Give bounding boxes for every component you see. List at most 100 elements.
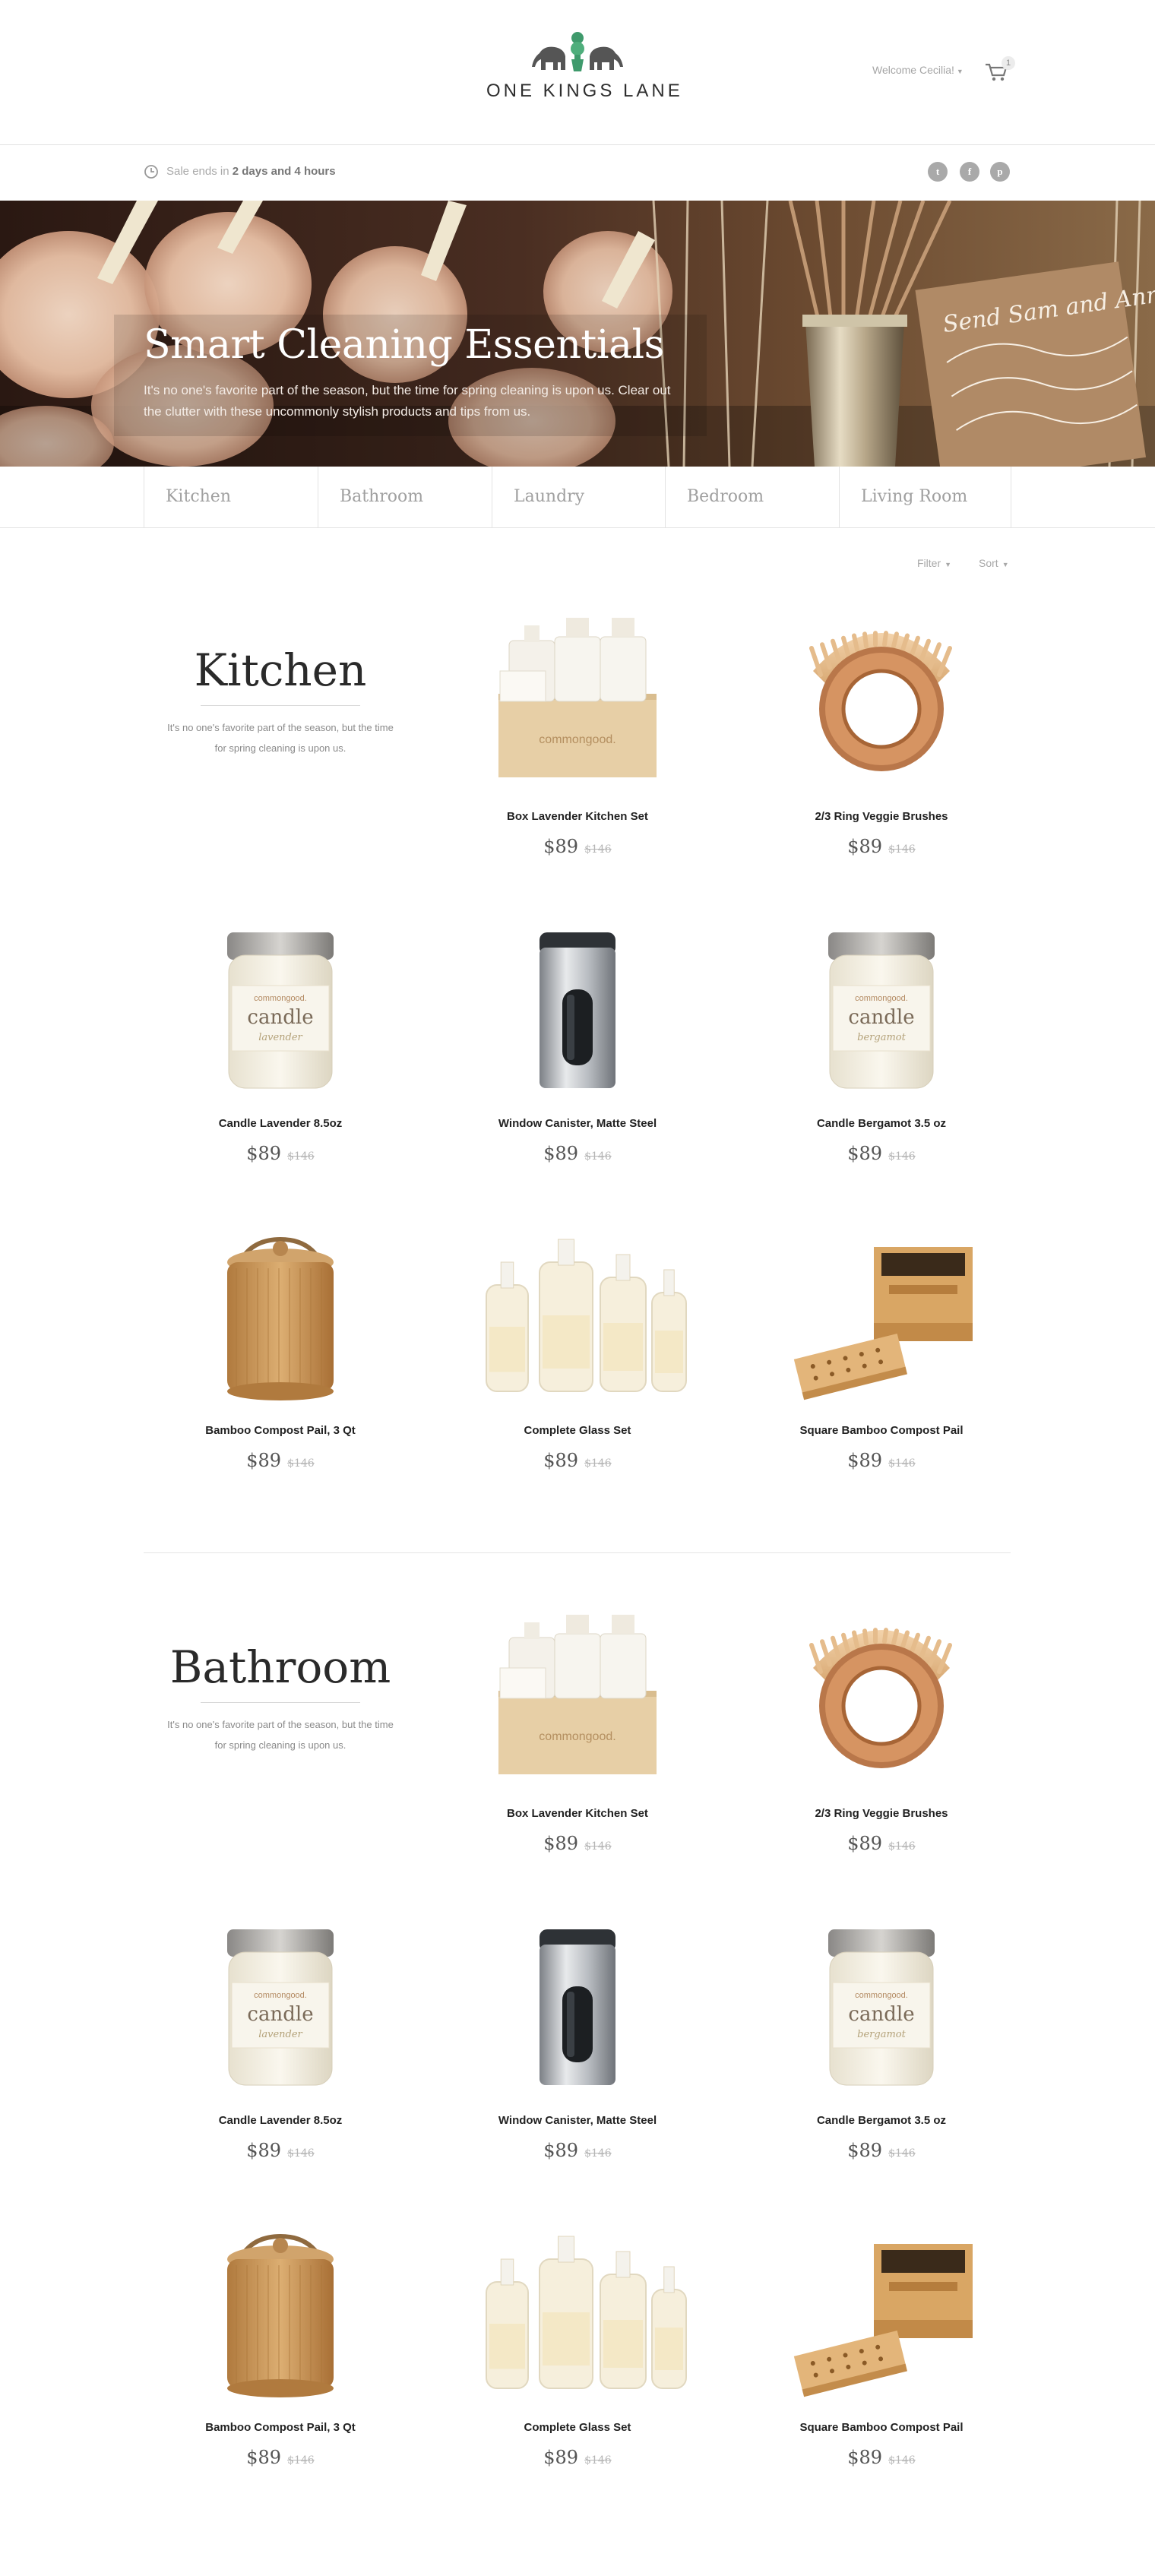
- product-image[interactable]: [767, 2214, 995, 2411]
- section-rule: [201, 1702, 360, 1703]
- original-price: $146: [287, 2147, 315, 2160]
- tab-bedroom[interactable]: Bedroom: [665, 467, 839, 527]
- sale-price: $89: [847, 2140, 883, 2161]
- product-name[interactable]: Candle Bergamot 3.5 oz: [745, 1117, 1018, 1130]
- tab-kitchen[interactable]: Kitchen: [144, 467, 318, 527]
- candle-brand-label: commongood.: [855, 994, 908, 1003]
- product-image[interactable]: [767, 1217, 995, 1414]
- product-price: $89 $146: [144, 2140, 417, 2161]
- candle-scent-label: bergamot: [857, 1032, 906, 1043]
- product-image[interactable]: [464, 910, 691, 1107]
- pinterest-icon[interactable]: p: [990, 162, 1010, 182]
- chevron-down-icon: ▼: [1002, 561, 1009, 568]
- cart-button[interactable]: 1: [985, 56, 1018, 84]
- original-price: $146: [888, 1457, 916, 1470]
- original-price: $146: [584, 1840, 612, 1853]
- product-card[interactable]: Bamboo Compost Pail, 3 Qt $89 $146: [144, 2214, 417, 2502]
- sale-time-remaining: 2 days and 4 hours: [232, 165, 336, 178]
- product-card[interactable]: commongood. candle lavender Candle Lavend…: [144, 910, 417, 1198]
- sale-price: $89: [847, 2447, 883, 2468]
- product-image[interactable]: [767, 603, 995, 800]
- product-name[interactable]: 2/3 Ring Veggie Brushes: [745, 810, 1018, 823]
- product-name[interactable]: Candle Lavender 8.5oz: [144, 1117, 417, 1130]
- twitter-icon[interactable]: t: [928, 162, 948, 182]
- product-name[interactable]: Window Canister, Matte Steel: [441, 1117, 714, 1130]
- original-price: $146: [888, 1150, 916, 1163]
- product-name[interactable]: Box Lavender Kitchen Set: [441, 1807, 714, 1820]
- facebook-icon[interactable]: f: [960, 162, 979, 182]
- product-image[interactable]: [767, 1600, 995, 1797]
- candle-brand-label: commongood.: [254, 994, 307, 1003]
- logo-elephants-icon: [532, 32, 623, 71]
- product-image[interactable]: [464, 1907, 691, 2104]
- product-name[interactable]: Square Bamboo Compost Pail: [745, 2421, 1018, 2434]
- product-name[interactable]: 2/3 Ring Veggie Brushes: [745, 1807, 1018, 1820]
- sale-price: $89: [847, 1450, 883, 1471]
- product-card[interactable]: commongood. Box Lavender Kitchen Set $89 $…: [441, 603, 714, 891]
- account-menu[interactable]: Welcome Cecilia! ▼: [872, 64, 964, 76]
- sale-price: $89: [246, 2140, 282, 2161]
- product-price: $89 $146: [745, 1143, 1018, 1164]
- sort-dropdown[interactable]: Sort ▼: [979, 557, 1009, 569]
- product-card[interactable]: Window Canister, Matte Steel $89 $146: [441, 1907, 714, 2195]
- product-image[interactable]: commongood. candle lavender: [166, 1907, 394, 2104]
- product-image[interactable]: commongood.: [464, 603, 691, 800]
- candle-scent-label: lavender: [258, 2029, 302, 2040]
- product-card[interactable]: 2/3 Ring Veggie Brushes $89 $146: [745, 1600, 1018, 1888]
- product-image[interactable]: [464, 1217, 691, 1414]
- candle-label: candle: [247, 2003, 313, 2026]
- product-image[interactable]: [464, 2214, 691, 2411]
- product-price: $89 $146: [441, 1833, 714, 1854]
- product-card[interactable]: Complete Glass Set $89 $146: [441, 1217, 714, 1505]
- product-name[interactable]: Square Bamboo Compost Pail: [745, 1424, 1018, 1437]
- welcome-text: Welcome Cecilia!: [872, 64, 954, 76]
- product-card[interactable]: Square Bamboo Compost Pail $89 $146: [745, 1217, 1018, 1505]
- sale-price: $89: [543, 836, 579, 857]
- product-image[interactable]: commongood. candle bergamot: [767, 1907, 995, 2104]
- section-rule: [201, 705, 360, 706]
- product-name[interactable]: Complete Glass Set: [441, 2421, 714, 2434]
- product-image[interactable]: [166, 2214, 394, 2411]
- product-name[interactable]: Bamboo Compost Pail, 3 Qt: [144, 2421, 417, 2434]
- product-card[interactable]: Square Bamboo Compost Pail $89 $146: [745, 2214, 1018, 2502]
- product-name[interactable]: Candle Bergamot 3.5 oz: [745, 2114, 1018, 2127]
- product-image[interactable]: commongood. candle bergamot: [767, 910, 995, 1107]
- filter-label: Filter: [917, 557, 941, 569]
- tab-living-room[interactable]: Living Room: [839, 467, 1011, 527]
- sort-label: Sort: [979, 557, 998, 569]
- sale-price: $89: [543, 1143, 579, 1164]
- product-card[interactable]: commongood. candle bergamot Candle Bergam…: [745, 910, 1018, 1198]
- tab-laundry[interactable]: Laundry: [492, 467, 665, 527]
- product-price: $89 $146: [745, 836, 1018, 857]
- product-image[interactable]: [166, 1217, 394, 1414]
- sale-price: $89: [847, 1833, 883, 1854]
- product-card[interactable]: commongood. candle bergamot Candle Bergam…: [745, 1907, 1018, 2195]
- sale-price: $89: [543, 1833, 579, 1854]
- candle-label: candle: [848, 1006, 914, 1029]
- original-price: $146: [287, 2454, 315, 2467]
- product-card[interactable]: 2/3 Ring Veggie Brushes $89 $146: [745, 603, 1018, 891]
- product-card[interactable]: Bamboo Compost Pail, 3 Qt $89 $146: [144, 1217, 417, 1505]
- sale-price: $89: [543, 2447, 579, 2468]
- product-card[interactable]: Window Canister, Matte Steel $89 $146: [441, 910, 714, 1198]
- product-card[interactable]: commongood. candle lavender Candle Lavend…: [144, 1907, 417, 2195]
- product-card[interactable]: commongood. Box Lavender Kitchen Set $89 $…: [441, 1600, 714, 1888]
- site-logo[interactable]: ONE KINGS LANE: [486, 30, 680, 106]
- product-name[interactable]: Box Lavender Kitchen Set: [441, 810, 714, 823]
- original-price: $146: [888, 2147, 916, 2160]
- filter-dropdown[interactable]: Filter ▼: [917, 557, 951, 569]
- box-brand-label: commongood.: [539, 1730, 615, 1743]
- product-price: $89 $146: [745, 2140, 1018, 2161]
- product-name[interactable]: Bamboo Compost Pail, 3 Qt: [144, 1424, 417, 1437]
- product-name[interactable]: Complete Glass Set: [441, 1424, 714, 1437]
- tab-bathroom[interactable]: Bathroom: [318, 467, 492, 527]
- product-image[interactable]: commongood. candle lavender: [166, 910, 394, 1107]
- original-price: $146: [888, 2454, 916, 2467]
- product-price: $89 $146: [441, 1143, 714, 1164]
- product-image[interactable]: commongood.: [464, 1600, 691, 1797]
- product-name[interactable]: Window Canister, Matte Steel: [441, 2114, 714, 2127]
- product-card[interactable]: Complete Glass Set $89 $146: [441, 2214, 714, 2502]
- candle-label: candle: [848, 2003, 914, 2026]
- product-name[interactable]: Candle Lavender 8.5oz: [144, 2114, 417, 2127]
- section-description: It's no one's favorite part of the seaso…: [167, 1719, 394, 1751]
